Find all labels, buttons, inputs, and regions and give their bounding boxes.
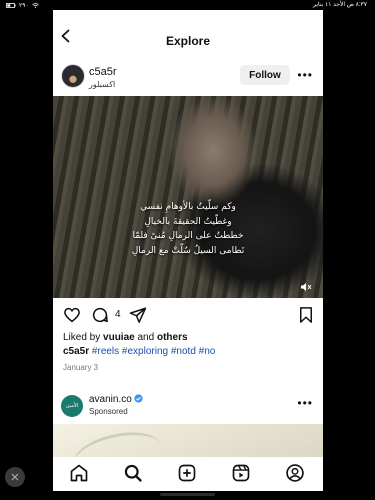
liked-by: Liked by vuuiae and others — [63, 332, 188, 343]
media-overlay — [53, 96, 323, 298]
caption: c5a5r #reels #exploring #notd #no — [63, 346, 215, 357]
status-bar: ٢٩٠ ٨:٣٧ ص الأحد ١١ يناير — [0, 0, 375, 10]
profile-icon[interactable] — [285, 463, 305, 483]
bookmark-icon[interactable] — [297, 306, 315, 324]
ad-name[interactable]: avanin.co — [89, 394, 143, 405]
reels-icon[interactable] — [231, 463, 251, 483]
comment-count: 4 — [115, 309, 121, 320]
bottom-tab-bar — [53, 457, 323, 491]
caption-hashtags[interactable]: #reels #exploring #notd #no — [92, 346, 215, 357]
more-options-icon[interactable]: ••• — [297, 68, 313, 82]
post-actions: 4 — [53, 306, 323, 332]
post-subtitle: اكسبلور — [89, 80, 116, 89]
liked-others-link[interactable]: others — [157, 332, 188, 343]
close-icon — [11, 473, 19, 481]
assistive-touch-button[interactable] — [5, 467, 25, 487]
follow-button[interactable]: Follow — [240, 65, 290, 85]
heart-icon[interactable] — [63, 306, 81, 324]
status-datetime: ٨:٣٧ ص الأحد ١١ يناير — [313, 2, 367, 8]
share-icon[interactable] — [129, 306, 147, 324]
ad-avatar[interactable]: الأمين — [61, 395, 83, 417]
battery-icon — [6, 3, 16, 8]
liked-and: and — [134, 332, 157, 343]
post-date: January 3 — [63, 363, 99, 372]
battery-percent: ٢٩٠ — [19, 3, 29, 9]
top-nav: Explore — [53, 10, 323, 52]
comment-icon[interactable] — [91, 306, 109, 324]
ad-username[interactable]: avanin.co — [89, 394, 132, 405]
verse-line: خططتُ على الرمالِ مُنىً فلمّا — [132, 231, 244, 241]
search-icon[interactable] — [123, 463, 143, 483]
ad-header: الأمين avanin.co Sponsored ••• — [53, 390, 323, 420]
sponsored-label: Sponsored — [89, 407, 128, 416]
caption-username[interactable]: c5a5r — [63, 346, 89, 357]
verse-text: وكم سلّيتُ بالأوهامِ نفسي وغطّيتُ الحقيق… — [53, 200, 323, 258]
home-icon[interactable] — [69, 463, 89, 483]
verse-line: تَطامى السيلُ سُلّتْ مع الرمالِ — [131, 245, 245, 256]
status-left: ٢٩٠ — [6, 2, 39, 9]
mute-icon[interactable] — [300, 282, 312, 292]
avatar[interactable] — [61, 64, 85, 88]
liked-user-link[interactable]: vuuiae — [103, 332, 135, 343]
ad-video-timer: 0:19 — [291, 434, 313, 446]
home-indicator — [160, 493, 215, 496]
instagram-screen: Explore c5a5r اكسبلور Follow ••• وكم سلّ… — [53, 10, 323, 491]
new-post-icon[interactable] — [177, 463, 197, 483]
post-username[interactable]: c5a5r — [89, 66, 117, 78]
post-media[interactable]: وكم سلّيتُ بالأوهامِ نفسي وغطّيتُ الحقيق… — [53, 96, 323, 298]
verse-line: وغطّيتُ الحقيقةَ بالخيالِ — [144, 216, 232, 227]
liked-prefix: Liked by — [63, 332, 104, 343]
verified-badge-icon — [134, 394, 143, 403]
page-title: Explore — [165, 34, 210, 48]
verse-line: وكم سلّيتُ بالأوهامِ نفسي — [140, 202, 236, 212]
wifi-icon — [31, 3, 39, 8]
ad-more-options-icon[interactable]: ••• — [297, 396, 313, 410]
